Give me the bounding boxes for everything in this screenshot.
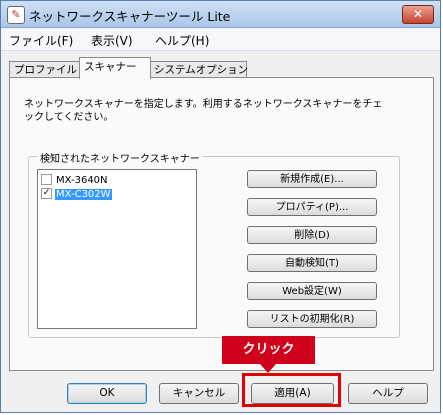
close-button[interactable]: ✕ (402, 5, 434, 24)
app-window: ✎ ネットワークスキャナーツール Lite ✕ ファイル(F) 表示(V) ヘル… (0, 0, 441, 413)
menu-bar: ファイル(F) 表示(V) ヘルプ(H) (1, 28, 440, 51)
title-bar[interactable]: ✎ ネットワークスキャナーツール Lite ✕ (1, 1, 440, 28)
auto-detect-button[interactable]: 自動検知(T) (247, 254, 377, 272)
tab-profile[interactable]: プロファイル (9, 61, 81, 78)
description-text: ネットワークスキャナーを指定します。利用するネットワークスキャナーをチェックして… (24, 99, 383, 123)
tab-scanner[interactable]: スキャナー (79, 57, 151, 79)
apply-highlight-box (242, 373, 341, 407)
group-label: 検知されたネットワークスキャナー (37, 150, 203, 165)
reset-list-button[interactable]: リストの初期化(R) (247, 310, 377, 328)
checkbox-mx-c302w[interactable]: ✓ (41, 187, 52, 199)
detected-scanners-group: 検知されたネットワークスキャナー MX-3640N ✓ MX-C302W 新規作成… (28, 150, 400, 338)
menu-help[interactable]: ヘルプ(H) (155, 32, 209, 49)
delete-button[interactable]: 削除(D) (247, 226, 377, 244)
checkbox-mx-3640n[interactable] (41, 173, 52, 185)
scanner-app-icon: ✎ (7, 6, 25, 24)
cancel-button[interactable]: キャンセル (159, 383, 239, 404)
scanner-list[interactable]: MX-3640N ✓ MX-C302W (37, 169, 197, 329)
callout-arrow-icon (260, 364, 276, 373)
ok-button[interactable]: OK (67, 383, 147, 404)
scanner-name: MX-C302W (55, 189, 112, 200)
window-title: ネットワークスキャナーツール Lite (29, 9, 231, 24)
scanner-tab-panel: ネットワークスキャナーを指定します。利用するネットワークスキャナーをチェックして… (9, 77, 434, 371)
help-button[interactable]: ヘルプ (348, 383, 428, 404)
list-item-mx-c302w[interactable]: ✓ MX-C302W (41, 187, 112, 201)
web-settings-button[interactable]: Web設定(W) (247, 282, 377, 300)
menu-view[interactable]: 表示(V) (91, 32, 133, 49)
tab-system-options[interactable]: システムオプション (149, 61, 248, 78)
menu-file[interactable]: ファイル(F) (9, 32, 73, 49)
click-callout: クリック (222, 336, 315, 364)
properties-button[interactable]: プロパティ(P)... (247, 198, 377, 216)
scanner-name: MX-3640N (56, 175, 108, 186)
list-item-mx-3640n[interactable]: MX-3640N (41, 173, 109, 187)
new-button[interactable]: 新規作成(E)... (247, 170, 377, 188)
